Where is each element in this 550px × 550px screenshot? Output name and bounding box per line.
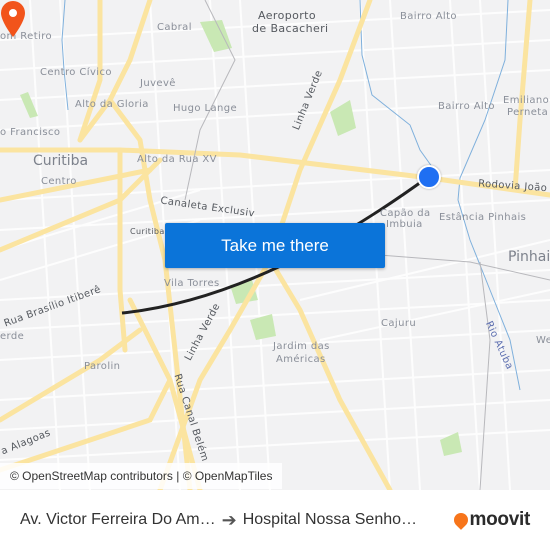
map-label-emiliano: Emiliano [503,95,550,106]
map-label-parolin: Parolin [84,361,121,372]
map-label-bairro-alto-mid: Bairro Alto [438,101,495,112]
map-label-we: We [536,335,550,346]
origin-stop-name: Av. Victor Ferreira Do Am… [20,511,216,528]
destination-name: Hospital Nossa Senho… [242,511,418,528]
arrow-right-icon: ➔ [221,509,237,530]
map-label-jardim-das: Jardim das [273,341,330,352]
map-label-aeroporto: Aeroporto [258,9,316,22]
map-label-alto-da-rua-xv: Alto da Rua XV [137,154,217,165]
map-label-pinhais: Pinhai [508,249,550,265]
map-label-alto-da-gloria: Alto da Gloria [75,99,149,110]
map-label-sao-francisco: o Francisco [0,127,61,138]
map-label-americas: Américas [276,354,326,365]
map-label-capao-da: Capão da [380,208,431,219]
map-label-bacacheri: de Bacacheri [252,22,329,35]
map-label-curitiba-small: Curitiba [130,227,165,236]
map-label-perneta: Perneta [507,107,549,118]
map-label-cabral: Cabral [157,22,192,33]
map-label-centro-civico: Centro Cívico [40,67,112,78]
route-footer: Av. Victor Ferreira Do Am… ➔ Hospital No… [0,490,550,550]
map-label-curitiba: Curitiba [33,153,89,169]
take-me-there-button[interactable]: Take me there [165,223,385,268]
map-label-estancia-pinhais: Estância Pinhais [439,212,527,223]
map-label-centro: Centro [41,176,77,187]
map-label-juveve: Juvevê [140,78,176,89]
destination-marker[interactable] [0,0,26,38]
map-label-bairro-alto-top: Bairro Alto [400,11,457,22]
map-label-vila-torres: Vila Torres [164,278,220,289]
moovit-pin-icon [450,510,471,530]
map-label-hugo-lange: Hugo Lange [173,103,238,114]
origin-marker[interactable] [417,165,441,189]
moovit-logo[interactable]: moovit [450,509,531,531]
map-label-verde-left: erde [0,331,25,342]
moovit-wordmark: moovit [469,509,531,530]
map[interactable]: om Retiro Cabral Aeroporto de Bacacheri … [0,0,550,490]
map-label-cajuru: Cajuru [381,318,417,329]
map-label-imbuia: Imbuia [386,219,423,230]
map-attribution[interactable]: © OpenStreetMap contributors | © OpenMap… [0,463,283,489]
